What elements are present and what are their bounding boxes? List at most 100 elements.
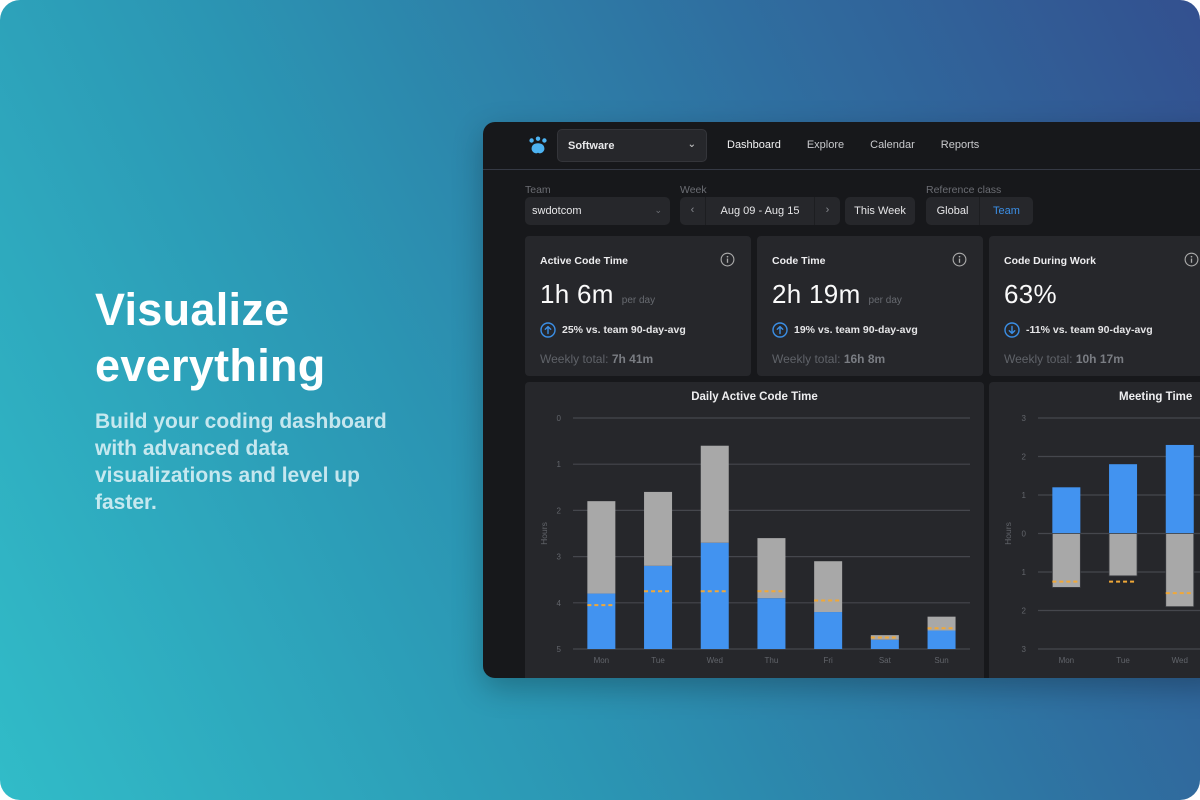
info-icon[interactable] <box>1184 252 1199 267</box>
y-tick-label: 3 <box>1022 645 1027 654</box>
card-value-text: 2h 19m <box>772 279 861 309</box>
y-tick-label: 3 <box>1022 414 1027 423</box>
ref-team-button[interactable]: Team <box>980 197 1033 225</box>
bar-segment-active <box>644 565 673 649</box>
y-axis-label: Hours <box>539 522 549 545</box>
arrow-up-circle-icon <box>772 322 788 338</box>
card-weekly-total: Weekly total: 10h 17m <box>1004 352 1124 366</box>
hero-title: Visualize everything <box>95 282 395 394</box>
bar-positive <box>1165 444 1194 534</box>
arrow-up-circle-icon <box>540 322 556 338</box>
y-tick-label: 2 <box>1022 607 1027 616</box>
bar-segment-active <box>814 612 843 649</box>
bar-segment-active <box>757 598 786 649</box>
weekly-label: Weekly total: <box>1004 352 1073 366</box>
bar-positive <box>1109 464 1138 534</box>
chevron-down-icon: ⌄ <box>654 205 662 215</box>
arrow-down-circle-icon <box>1004 322 1020 338</box>
card-delta: -11% vs. team 90-day-avg <box>1004 322 1153 338</box>
bar-segment-active <box>587 593 616 649</box>
chart-svg: 3 2 1 0 1 2 3 Hours Mon Tue Wed <box>1003 414 1200 665</box>
y-tick-label: 1 <box>1022 491 1027 500</box>
card-value: 63% <box>1004 279 1057 310</box>
paw-icon[interactable] <box>527 135 549 157</box>
week-label: Week <box>680 184 707 196</box>
y-tick-label: 3 <box>557 553 562 562</box>
card-title: Code Time <box>772 255 826 267</box>
reference-class-toggle: Global Team <box>926 197 1033 225</box>
y-tick-label: 0 <box>1022 530 1027 539</box>
bar-negative <box>1051 533 1081 588</box>
hero-subtitle: Build your coding dashboard with advance… <box>95 410 387 514</box>
x-tick-label: Fri <box>823 656 833 665</box>
card-value-text: 63% <box>1004 279 1057 309</box>
next-week-button[interactable]: › <box>814 197 840 225</box>
bar-positive <box>1052 487 1081 534</box>
y-axis-label: Hours <box>1003 522 1013 545</box>
y-tick-label: 2 <box>557 506 562 515</box>
nav-dashboard[interactable]: Dashboard <box>727 139 781 151</box>
main-nav: Dashboard Explore Calendar Reports <box>727 139 979 151</box>
card-title: Active Code Time <box>540 255 628 267</box>
y-tick-label: 1 <box>1022 568 1027 577</box>
x-tick-label: Mon <box>1059 656 1075 665</box>
nav-explore[interactable]: Explore <box>807 139 844 151</box>
x-tick-label: Tue <box>651 656 665 665</box>
this-week-button[interactable]: This Week <box>845 197 915 225</box>
week-range[interactable]: Aug 09 - Aug 15 <box>706 197 814 225</box>
hero: Visualize everything Build your coding d… <box>95 282 395 516</box>
metric-card-code-during-work: Code During Work 63% -11% vs. team 90-da… <box>989 236 1200 376</box>
bar-segment-total <box>644 491 673 566</box>
bar-segment-total <box>814 561 843 613</box>
info-icon[interactable] <box>720 252 735 267</box>
x-tick-label: Wed <box>707 656 723 665</box>
promo-background: Visualize everything Build your coding d… <box>0 0 1200 800</box>
x-tick-label: Sat <box>879 656 892 665</box>
nav-reports[interactable]: Reports <box>941 139 980 151</box>
info-icon[interactable] <box>952 252 967 267</box>
bar-segment-total <box>700 445 729 543</box>
y-tick-label: 1 <box>557 460 562 469</box>
weekly-value: 16h 8m <box>843 352 886 366</box>
card-value: 1h 6m per day <box>540 279 655 310</box>
bar-negative <box>1108 533 1138 577</box>
weekly-label: Weekly total: <box>540 352 609 366</box>
top-navbar: Software ⌄ Dashboard Explore Calendar Re… <box>483 122 1200 170</box>
bar-negative <box>1165 533 1195 608</box>
dashboard-window: Software ⌄ Dashboard Explore Calendar Re… <box>483 122 1200 678</box>
nav-calendar[interactable]: Calendar <box>870 139 915 151</box>
x-tick-label: Mon <box>594 656 610 665</box>
card-value-text: 1h 6m <box>540 279 614 309</box>
filter-bar: Team swdotcom ⌄ Week ‹ Aug 09 - Aug 15 ›… <box>525 184 1200 226</box>
card-delta: 19% vs. team 90-day-avg <box>772 322 918 338</box>
x-tick-label: Sun <box>934 656 948 665</box>
card-title: Code During Work <box>1004 255 1096 267</box>
y-tick-label: 5 <box>557 645 562 654</box>
y-tick-label: 2 <box>1022 453 1027 462</box>
x-tick-label: Wed <box>1172 656 1188 665</box>
card-delta-text: 19% vs. team 90-day-avg <box>794 324 918 336</box>
x-tick-label: Tue <box>1116 656 1130 665</box>
x-tick-label: Thu <box>765 656 779 665</box>
week-picker: ‹ Aug 09 - Aug 15 › <box>680 197 840 225</box>
card-delta-text: -11% vs. team 90-day-avg <box>1026 324 1153 336</box>
prev-week-button[interactable]: ‹ <box>680 197 706 225</box>
chevron-down-icon: ⌄ <box>687 139 696 150</box>
hero-title-line2: everything <box>95 340 326 391</box>
card-delta: 25% vs. team 90-day-avg <box>540 322 686 338</box>
chart-meeting-time: Meeting Time 3 2 1 0 1 2 3 Hours Mon Tue Wed <box>989 382 1200 678</box>
weekly-value: 7h 41m <box>611 352 654 366</box>
ref-global-button[interactable]: Global <box>926 197 980 225</box>
metric-card-active-code-time: Active Code Time 1h 6m per day 25% vs. te… <box>525 236 751 376</box>
chart-svg: 0 1 2 3 4 5 Hours Mon Tue Wed Thu Fri Sat Sun <box>539 414 970 665</box>
org-select[interactable]: Software ⌄ <box>557 129 707 162</box>
org-select-value: Software <box>568 140 615 152</box>
card-delta-text: 25% vs. team 90-day-avg <box>562 324 686 336</box>
weekly-value: 10h 17m <box>1075 352 1124 366</box>
y-tick-label: 4 <box>557 599 562 608</box>
chart-daily-active-code-time: Daily Active Code Time 0 1 2 3 4 5 Hours Mon Tue… <box>525 382 984 678</box>
bar-segment-active <box>927 630 956 649</box>
team-select[interactable]: swdotcom ⌄ <box>525 197 670 225</box>
bar-segment-active <box>700 542 729 649</box>
hero-title-line1: Visualize <box>95 284 290 335</box>
